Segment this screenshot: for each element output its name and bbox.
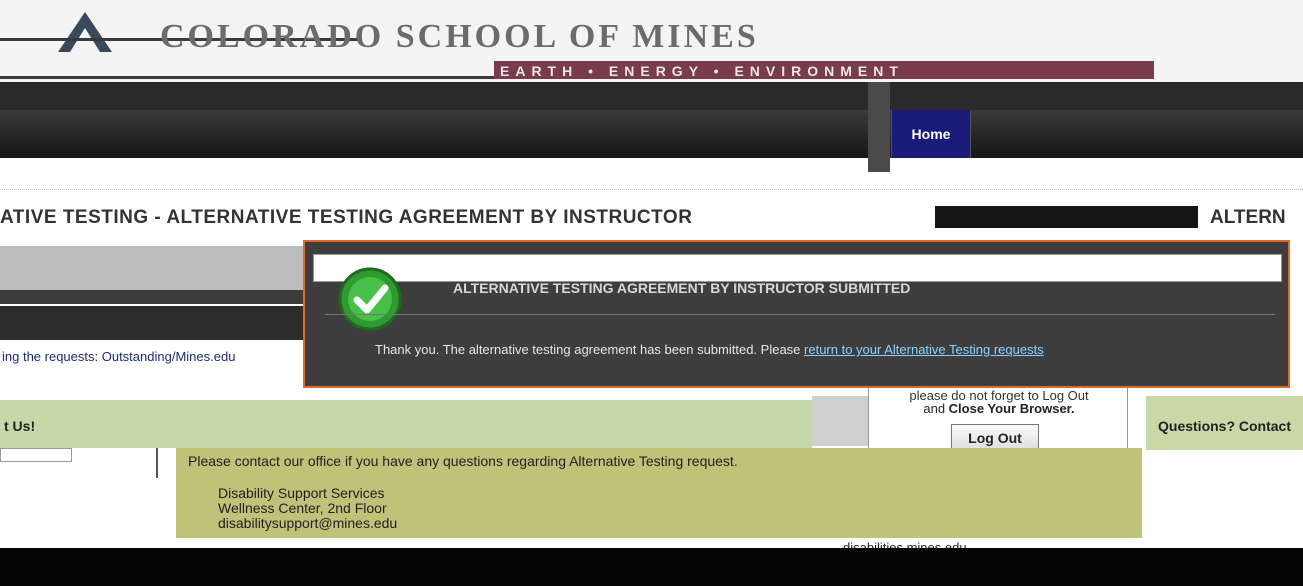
banner-stripe — [0, 76, 494, 79]
office-name: Disability Support Services — [218, 485, 385, 501]
contact-side-box — [0, 448, 72, 462]
top-strip — [0, 82, 1303, 110]
dialog-divider — [325, 314, 1275, 315]
site-banner: COLORADO SCHOOL OF MINES EARTH • ENERGY … — [0, 0, 1303, 82]
dialog-title: ALTERNATIVE TESTING AGREEMENT BY INSTRUC… — [453, 280, 911, 296]
nav-home-link[interactable]: Home — [891, 110, 971, 158]
form-dark-band — [0, 290, 303, 304]
college-tagline: EARTH • ENERGY • ENVIRONMENT — [500, 63, 904, 79]
nav-divider — [868, 82, 890, 172]
close-browser-emphasis: Close Your Browser. — [948, 401, 1075, 416]
mines-logo-icon — [58, 12, 112, 52]
contact-spacer — [812, 396, 868, 446]
contact-address: Disability Support Services Wellness Cen… — [218, 486, 397, 531]
dialog-message: Thank you. The alternative testing agree… — [375, 342, 1044, 357]
success-check-icon — [338, 267, 402, 331]
contact-message: Please contact our office if you have an… — [188, 453, 738, 469]
return-to-requests-link[interactable]: return to your Alternative Testing reque… — [804, 342, 1044, 357]
contact-us-heading: t Us! — [4, 418, 36, 434]
breadcrumb — [0, 178, 1303, 190]
success-dialog: ALTERNATIVE TESTING AGREEMENT BY INSTRUC… — [303, 240, 1290, 388]
dialog-header-field — [313, 254, 1282, 282]
questions-heading: Questions? Contact — [1158, 418, 1292, 434]
college-name: COLORADO SCHOOL OF MINES — [160, 18, 759, 55]
page-title: ATIVE TESTING - ALTERNATIVE TESTING AGRE… — [0, 207, 693, 228]
office-location: Wellness Center, 2nd Floor — [218, 500, 387, 516]
contact-band — [0, 400, 812, 448]
form-header-band — [0, 246, 303, 290]
page-footer — [0, 548, 1303, 586]
main-navigation — [0, 110, 1303, 158]
close-browser-prefix: and — [923, 401, 949, 416]
close-browser-note: and Close Your Browser. — [869, 401, 1129, 416]
column-divider — [156, 448, 158, 478]
page-title-secondary: ALTERN — [1210, 207, 1286, 228]
dialog-message-text: Thank you. The alternative testing agree… — [375, 342, 805, 357]
form-dark-band — [0, 306, 303, 340]
title-overlay-bar — [935, 206, 1198, 228]
requests-status-text: ing the requests: Outstanding/Mines.edu — [2, 349, 236, 364]
office-email[interactable]: disabilitysupport@mines.edu — [218, 516, 397, 531]
